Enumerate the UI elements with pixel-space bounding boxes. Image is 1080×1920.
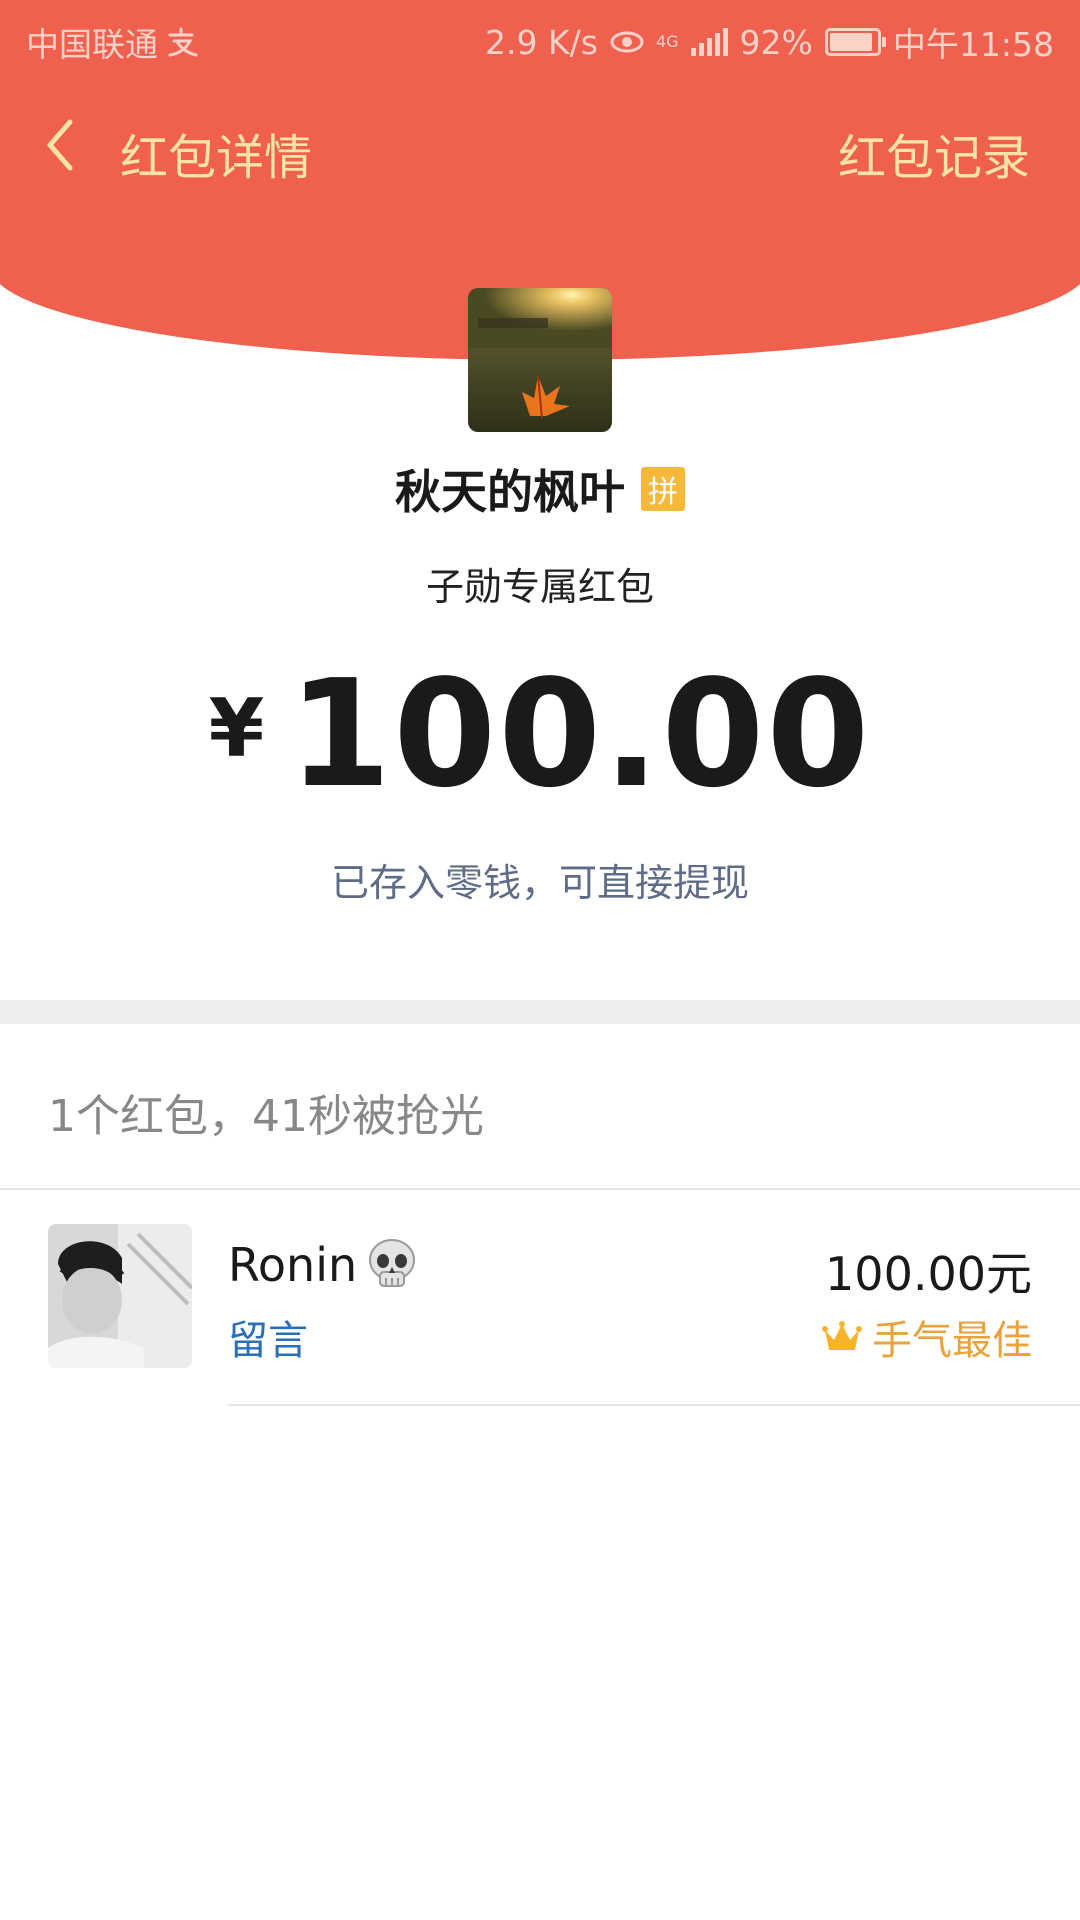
network-speed: 2.9 K/s [485, 22, 598, 62]
back-button[interactable] [36, 110, 96, 180]
receiver-avatar[interactable] [48, 1224, 192, 1368]
carrier-label: 中国联通 [26, 25, 158, 64]
sender-name: 秋天的枫叶 [395, 465, 625, 519]
received-amount: 100.00元 [825, 1247, 1032, 1301]
battery-icon [824, 28, 886, 56]
eye-icon [610, 31, 644, 53]
clock: 中午11:58 [892, 25, 1054, 64]
signal-icon [690, 28, 728, 56]
best-luck-badge: 手气最佳 [822, 1308, 1032, 1366]
best-luck-label: 手气最佳 [872, 1318, 1032, 1364]
back-chevron-icon [47, 119, 73, 171]
receiver-name-row: Ronin [228, 1236, 421, 1294]
pin-badge: 拼 [641, 467, 685, 511]
red-packet-greeting: 子勋专属红包 [425, 565, 654, 609]
sender-avatar[interactable] [468, 288, 612, 432]
leave-message-link[interactable]: 留言 [228, 1308, 308, 1366]
receiver-name: Ronin [228, 1238, 358, 1292]
network-type: 4G [655, 32, 679, 51]
battery-fill [829, 33, 872, 51]
crown-icon [822, 1321, 862, 1350]
sender-row: 秋天的枫叶 拼 [0, 456, 1080, 522]
navigation-bar: 红包详情 红包记录 [0, 90, 1080, 200]
amount-value: 100.00 [288, 648, 872, 820]
amount-display: ¥ 100.00 [0, 660, 1080, 808]
battery-percent: 92% [739, 22, 813, 62]
status-bar: 中国联通 2.9 K/s 4G 92% 中午11:58 [0, 0, 1080, 76]
page-title: 红包详情 [120, 130, 313, 186]
row-divider [228, 1404, 1080, 1406]
list-item[interactable]: Ronin 留言 100.00元 手气最佳 [0, 1190, 1080, 1406]
red-packet-records-link[interactable]: 红包记录 [838, 118, 1030, 188]
deposit-note-link[interactable]: 已存入零钱，可直接提现 [0, 852, 1080, 907]
packet-summary: 1个红包，41秒被抢光 [48, 1091, 484, 1142]
receiver-photo [48, 1224, 192, 1368]
currency-symbol: ¥ [208, 682, 265, 775]
alipay-icon [168, 27, 198, 57]
autumn-leaf-photo [468, 288, 612, 432]
section-divider [0, 1000, 1080, 1024]
skull-emoji-icon [369, 1239, 416, 1287]
